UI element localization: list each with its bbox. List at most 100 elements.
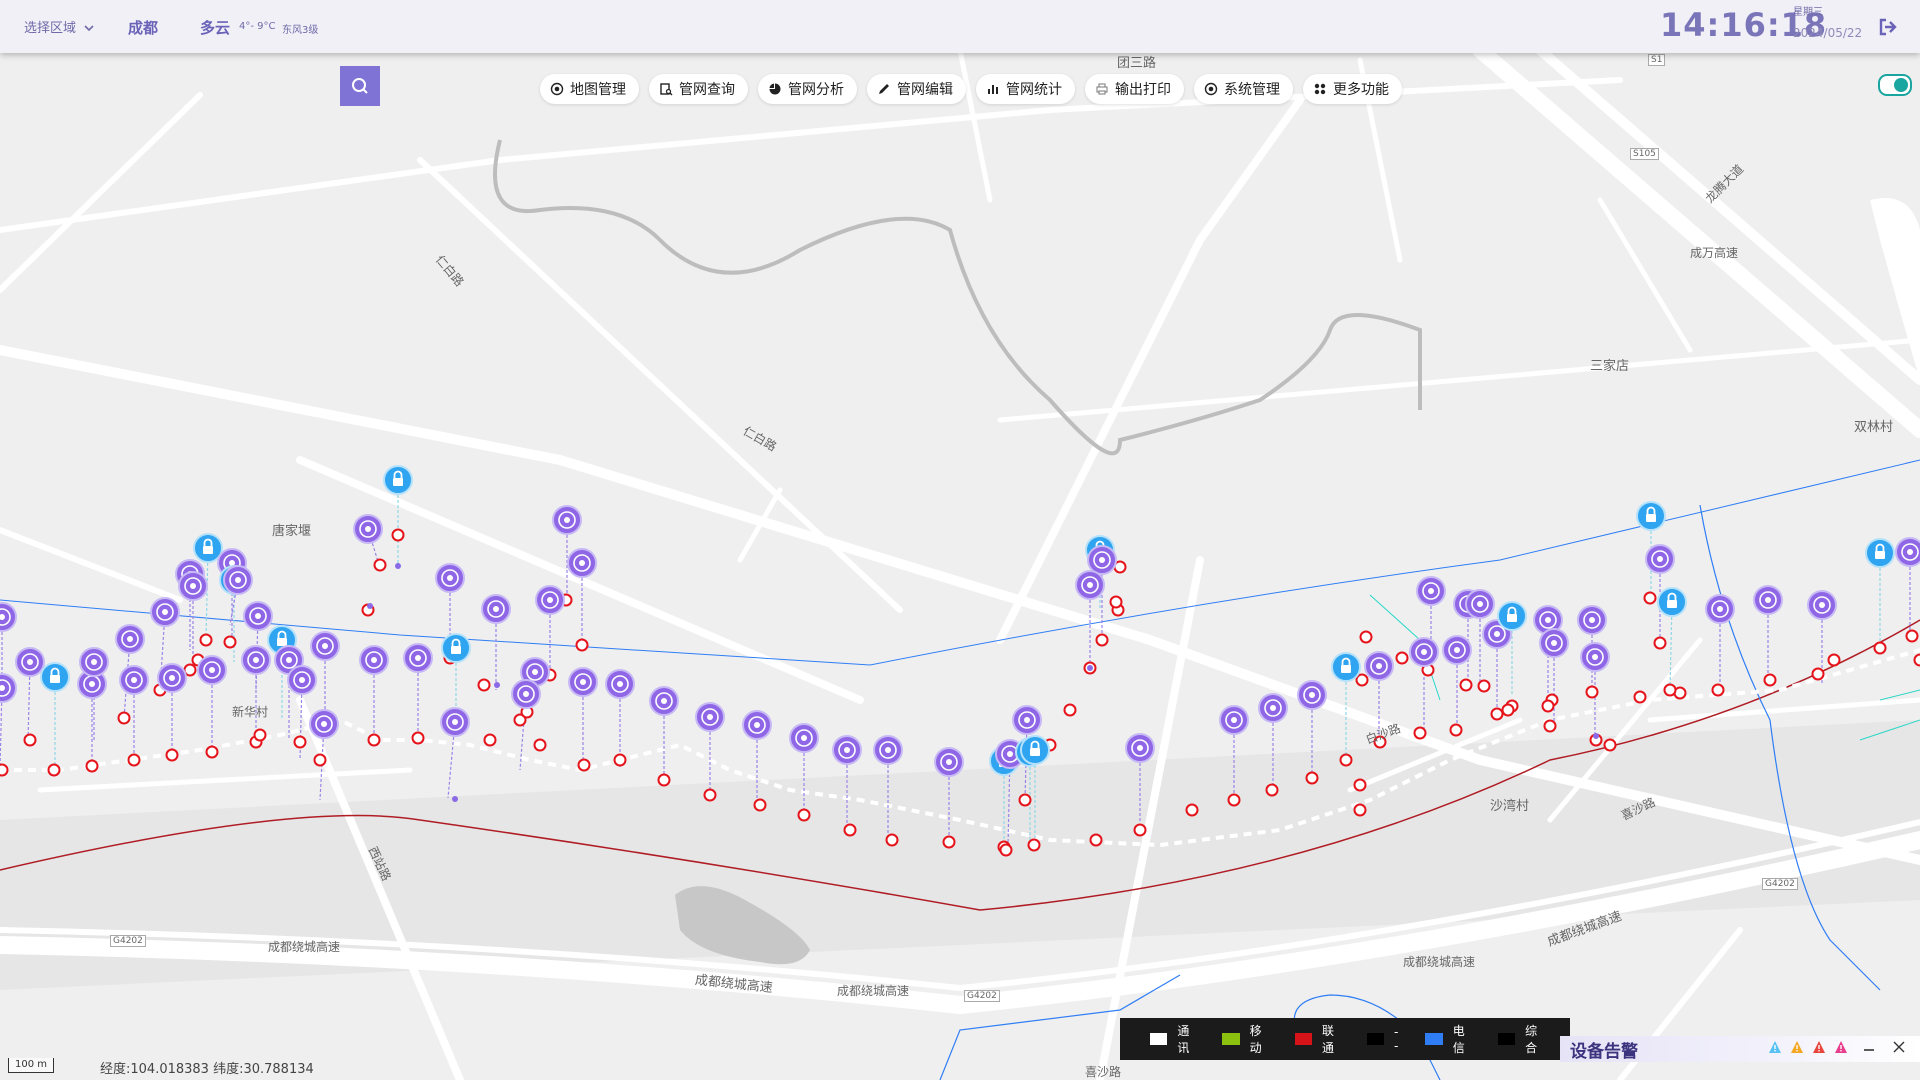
sensor-dot[interactable] [494,682,500,688]
node-red[interactable] [1109,595,1123,609]
node-red[interactable] [1543,719,1557,733]
node-red[interactable] [391,528,405,542]
node-red[interactable] [1339,753,1353,767]
marker-purple-dot[interactable] [1477,601,1483,607]
node-red[interactable] [205,745,219,759]
sensor-dot[interactable] [367,603,373,609]
menu-item-network-edit[interactable]: 管网编辑 [867,74,966,104]
lock-icon-body[interactable] [393,478,403,486]
marker-purple-dot[interactable] [1137,745,1143,751]
node-red[interactable] [1873,641,1887,655]
marker-purple-dot[interactable] [532,669,538,675]
search-button[interactable] [340,66,380,106]
marker-purple-dot[interactable] [255,613,261,619]
node-red[interactable] [0,763,9,777]
marker-purple-dot[interactable] [286,657,292,663]
marker-purple-dot[interactable] [190,583,196,589]
marker-purple-dot[interactable] [1545,617,1551,623]
node-red[interactable] [1663,683,1677,697]
node-red[interactable] [1133,823,1147,837]
marker-purple-dot[interactable] [801,735,807,741]
region-select[interactable]: 选择区域 [24,17,94,36]
node-red[interactable] [165,748,179,762]
node-red[interactable] [1711,683,1725,697]
marker-purple-dot[interactable] [564,517,570,523]
node-red[interactable] [293,735,307,749]
marker-purple-dot[interactable] [661,698,667,704]
marker-purple-dot[interactable] [371,657,377,663]
node-red[interactable] [1027,838,1041,852]
node-red[interactable] [1763,673,1777,687]
lock-icon-body[interactable] [1507,614,1517,622]
node-red[interactable] [843,823,857,837]
lock-icon-body[interactable] [451,646,461,654]
node-red[interactable] [1063,703,1077,717]
marker-purple-dot[interactable] [1907,549,1913,555]
node-red[interactable] [477,678,491,692]
node-red[interactable] [885,833,899,847]
node-red[interactable] [85,759,99,773]
marker-purple-dot[interactable] [1376,663,1382,669]
marker-purple-dot[interactable] [91,659,97,665]
lock-icon-body[interactable] [203,546,213,554]
node-red[interactable] [1353,803,1367,817]
node-red[interactable] [1089,833,1103,847]
node-red[interactable] [367,733,381,747]
node-red[interactable] [1541,699,1555,713]
node-red[interactable] [657,773,671,787]
marker-purple-dot[interactable] [209,667,215,673]
marker-purple-dot[interactable] [1657,556,1663,562]
node-red[interactable] [1449,723,1463,737]
node-red[interactable] [613,753,627,767]
node-red[interactable] [1827,653,1841,667]
marker-purple-dot[interactable] [885,747,891,753]
marker-purple-dot[interactable] [365,526,371,532]
marker-purple-dot[interactable] [235,577,241,583]
close-icon[interactable] [1892,1040,1906,1054]
node-red[interactable] [373,558,387,572]
marker-purple-dot[interactable] [1087,582,1093,588]
node-red[interactable] [1585,685,1599,699]
marker-purple-dot[interactable] [523,691,529,697]
alarm-level-warning-icon[interactable] [1790,1040,1804,1054]
node-red[interactable] [1459,678,1473,692]
marker-purple-dot[interactable] [1717,606,1723,612]
marker-purple-dot[interactable] [253,657,259,663]
node-red[interactable] [533,738,547,752]
lock-icon-body[interactable] [50,675,60,683]
sensor-dot[interactable] [1087,665,1093,671]
node-red[interactable] [1353,778,1367,792]
node-red[interactable] [1811,667,1825,681]
marker-purple-dot[interactable] [617,681,623,687]
marker-purple-dot[interactable] [580,679,586,685]
minimize-icon[interactable] [1862,1040,1876,1054]
device-alarm-panel[interactable]: 设备告警 [1560,1036,1920,1062]
marker-purple-dot[interactable] [1428,588,1434,594]
node-red[interactable] [1643,591,1657,605]
node-red[interactable] [1359,630,1373,644]
marker-purple-dot[interactable] [1589,617,1595,623]
node-red[interactable] [313,753,327,767]
node-red[interactable] [1490,707,1504,721]
logout-icon[interactable] [1878,17,1898,37]
node-red[interactable] [1227,793,1241,807]
layer-toggle[interactable] [1878,74,1912,96]
marker-purple-dot[interactable] [127,636,133,642]
lock-icon-body[interactable] [1646,514,1656,522]
menu-item-system-management[interactable]: 系统管理 [1194,74,1293,104]
node-red[interactable] [1477,679,1491,693]
marker-purple-dot[interactable] [946,759,952,765]
node-red[interactable] [253,728,267,742]
marker-purple-dot[interactable] [579,560,585,566]
node-red[interactable] [1913,653,1920,667]
node-red[interactable] [1095,633,1109,647]
node-red[interactable] [1305,771,1319,785]
node-red[interactable] [223,635,237,649]
menu-item-network-statistics[interactable]: 管网统计 [976,74,1075,104]
marker-purple-dot[interactable] [493,606,499,612]
menu-item-map-management[interactable]: 地图管理 [540,74,639,104]
marker-purple-dot[interactable] [1421,649,1427,655]
marker-purple-dot[interactable] [321,721,327,727]
marker-purple-dot[interactable] [1592,654,1598,660]
sensor-dot[interactable] [1593,733,1599,739]
